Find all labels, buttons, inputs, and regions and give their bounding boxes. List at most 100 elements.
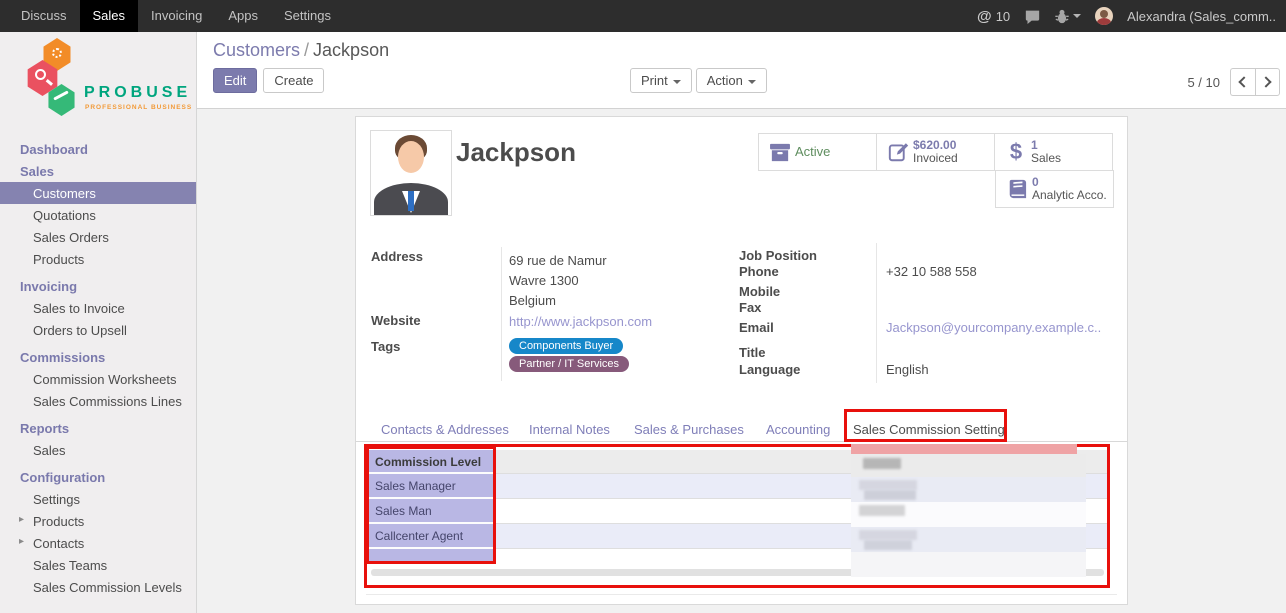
sidebar-item-config-products[interactable]: ▸ Products	[0, 510, 196, 532]
commission-level-cell[interactable]: Sales Man	[369, 499, 493, 524]
tag-partner-it-services[interactable]: Partner / IT Services	[509, 356, 629, 372]
edit-button[interactable]: Edit	[213, 68, 257, 93]
website-label: Website	[371, 313, 421, 328]
address-line1: 69 rue de Namur	[509, 251, 607, 271]
tab-sales-commission-setting[interactable]: Sales Commission Setting	[853, 422, 1005, 437]
sidebar-item-config-contacts[interactable]: ▸ Contacts	[0, 532, 196, 554]
tags-label: Tags	[371, 339, 400, 354]
bug-icon	[1055, 9, 1069, 24]
company-logo: PROBUSE PROFESSIONAL BUSINESS	[0, 32, 196, 124]
tab-sales-purchases[interactable]: Sales & Purchases	[634, 422, 744, 437]
archive-icon	[765, 143, 795, 162]
website-link[interactable]: http://www.jackpson.com	[509, 314, 652, 329]
tab-internal-notes[interactable]: Internal Notes	[529, 422, 610, 437]
redacted-block	[859, 480, 917, 490]
commission-level-cell[interactable]: Callcenter Agent	[369, 524, 493, 549]
redacted-block	[863, 458, 901, 469]
pager-counter: 5 / 10	[1187, 75, 1220, 90]
menu-invoicing[interactable]: Invoicing	[138, 0, 215, 32]
email-link[interactable]: Jackpson@yourcompany.example.c..	[886, 320, 1101, 335]
tab-contacts-addresses[interactable]: Contacts & Addresses	[381, 422, 509, 437]
user-avatar[interactable]	[1095, 7, 1113, 25]
sidebar-item-sales-teams[interactable]: Sales Teams	[0, 554, 196, 576]
tab-accounting[interactable]: Accounting	[766, 422, 830, 437]
redacted-header-strip	[851, 444, 1077, 454]
sidebar-header-invoicing[interactable]: Invoicing	[0, 275, 196, 297]
sidebar-item-orders-to-upsell[interactable]: Orders to Upsell	[0, 319, 196, 341]
breadcrumb-customers-link[interactable]: Customers	[213, 40, 300, 60]
job-position-label: Job Position	[739, 248, 817, 263]
commission-level-header[interactable]: Commission Level	[369, 450, 493, 474]
sidebar-item-sales-commissions-lines[interactable]: Sales Commissions Lines	[0, 390, 196, 412]
active-status-label: Active	[795, 145, 830, 159]
menu-discuss[interactable]: Discuss	[8, 0, 80, 32]
action-buttons: Print Action	[630, 68, 767, 93]
systray: @ 10 Alexandra (Sales_comm..	[977, 0, 1286, 32]
print-dropdown[interactable]: Print	[630, 68, 692, 93]
analytic-stat-button[interactable]: 0 Analytic Acco...	[995, 170, 1114, 208]
phone-label: Phone	[739, 264, 779, 279]
menu-sales[interactable]: Sales	[80, 0, 139, 32]
sidebar-item-dashboard[interactable]: Dashboard	[0, 138, 196, 160]
menu-apps[interactable]: Apps	[215, 0, 271, 32]
messages-icon[interactable]	[1024, 9, 1041, 24]
language-value[interactable]: English	[886, 362, 929, 377]
sidebar-item-customers[interactable]: Customers	[0, 182, 196, 204]
sidebar-header-reports[interactable]: Reports	[0, 417, 196, 439]
sidebar-item-sales-to-invoice[interactable]: Sales to Invoice	[0, 297, 196, 319]
commission-level-cell[interactable]: Sales Manager	[369, 474, 493, 499]
chevron-right-icon	[1260, 76, 1271, 87]
commission-level-empty-cell	[369, 549, 493, 562]
sidebar-item-sales-commission-levels[interactable]: Sales Commission Levels	[0, 576, 196, 598]
language-label: Language	[739, 362, 800, 377]
active-stat-button[interactable]: Active	[758, 133, 877, 171]
menu-settings[interactable]: Settings	[271, 0, 344, 32]
pager-previous-button[interactable]	[1230, 68, 1255, 96]
sidebar-item-settings[interactable]: Settings	[0, 488, 196, 510]
sidebar-item-sales-orders[interactable]: Sales Orders	[0, 226, 196, 248]
sheet-divider	[366, 594, 1117, 595]
gear-icon	[52, 48, 62, 58]
caret-right-icon: ▸	[19, 536, 24, 547]
analytic-label: Analytic Acco...	[1032, 189, 1107, 202]
photo-tie	[408, 191, 414, 211]
action-label: Action	[707, 73, 743, 88]
sidebar-item-commission-worksheets[interactable]: Commission Worksheets	[0, 368, 196, 390]
partner-form-sheet: Jackpson Active $620.00 Invoiced $	[355, 116, 1128, 605]
phone-value[interactable]: +32 10 588 558	[886, 264, 977, 279]
control-panel: Customers/Jackpson Edit Create Print Act…	[197, 32, 1286, 109]
address-value[interactable]: 69 rue de Namur Wavre 1300 Belgium	[509, 251, 607, 311]
sales-label: Sales	[1031, 152, 1061, 165]
caret-right-icon: ▸	[19, 514, 24, 525]
redacted-block	[859, 530, 917, 540]
user-menu[interactable]: Alexandra (Sales_comm..	[1127, 9, 1276, 24]
invoiced-stat-button[interactable]: $620.00 Invoiced	[876, 133, 995, 171]
sidebar-item-products[interactable]: Products	[0, 248, 196, 270]
pager-next-button[interactable]	[1255, 68, 1280, 96]
sidebar-header-configuration[interactable]: Configuration	[0, 466, 196, 488]
action-dropdown[interactable]: Action	[696, 68, 767, 93]
sidebar-header-sales[interactable]: Sales	[0, 160, 196, 182]
redacted-row	[851, 552, 1086, 577]
partner-photo[interactable]	[370, 130, 452, 216]
address-label: Address	[371, 249, 423, 264]
sales-stat-button[interactable]: $ 1 Sales	[994, 133, 1113, 171]
sidebar-nav: Dashboard Sales Customers Quotations Sal…	[0, 124, 196, 598]
edit-invoice-icon	[883, 142, 913, 162]
tag-components-buyer[interactable]: Components Buyer	[509, 338, 623, 354]
breadcrumb-separator: /	[300, 40, 313, 60]
sidebar-item-label: Products	[33, 514, 84, 529]
magnifier-icon	[35, 69, 46, 80]
create-button[interactable]: Create	[263, 68, 324, 93]
pager: 5 / 10	[1187, 68, 1280, 96]
top-menu: Discuss Sales Invoicing Apps Settings	[0, 0, 344, 32]
sidebar-item-reports-sales[interactable]: Sales	[0, 439, 196, 461]
debug-menu[interactable]	[1055, 9, 1081, 24]
mention-counter[interactable]: @ 10	[977, 8, 1010, 25]
sidebar-header-commissions[interactable]: Commissions	[0, 346, 196, 368]
field-divider-left	[501, 247, 502, 381]
sidebar-item-quotations[interactable]: Quotations	[0, 204, 196, 226]
redacted-column	[851, 444, 1086, 577]
title-label: Title	[739, 345, 766, 360]
screen: Discuss Sales Invoicing Apps Settings @ …	[0, 0, 1286, 613]
